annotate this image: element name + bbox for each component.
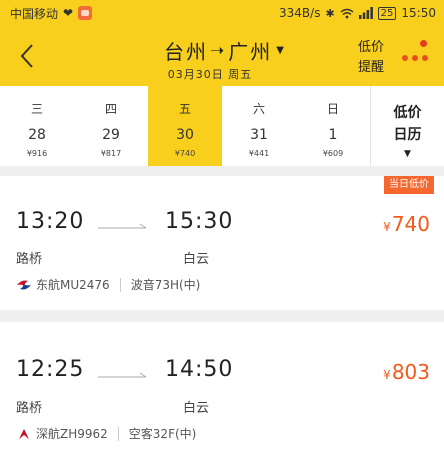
day-price: ¥817	[100, 149, 122, 158]
status-left: 中国移动 ❤	[10, 5, 93, 22]
lowest-price-badge: 当日低价	[384, 176, 434, 194]
day-price: ¥740	[174, 149, 196, 158]
date-option[interactable]: 五 30 ¥740	[148, 86, 222, 166]
battery-level: 25	[380, 7, 394, 19]
carrier-name: 中国移动	[10, 6, 59, 21]
bluetooth-icon: ✱	[325, 6, 335, 20]
arrival-airport: 白云	[183, 252, 210, 267]
more-dot-icon	[422, 55, 428, 61]
day-price: ¥916	[26, 149, 48, 158]
caret-down-icon: ▼	[404, 149, 411, 159]
departure-airport: 路桥	[16, 252, 43, 267]
destination-city: 广州	[228, 40, 273, 64]
divider	[117, 426, 119, 441]
status-bar: 中国移动 ❤ 334B/s ✱ 25 15:50	[0, 0, 444, 26]
battery-icon: 25	[377, 6, 397, 20]
day-price: ¥609	[322, 149, 344, 158]
more-button[interactable]	[402, 48, 428, 68]
airline-logo-icon	[17, 280, 31, 289]
notification-dot	[420, 40, 427, 47]
wifi-icon	[340, 8, 354, 18]
weekday-label: 六	[252, 102, 265, 116]
route-title[interactable]: 台州 ➝ 广州 ▼	[150, 36, 300, 65]
departure-airport: 路桥	[16, 401, 43, 416]
weekday-label: 五	[178, 102, 191, 116]
divider	[119, 277, 121, 292]
more-dot-icon	[412, 55, 418, 61]
route-arrow-icon: ➝	[210, 40, 227, 61]
aircraft-type: 波音73H(中)	[130, 278, 201, 292]
back-button[interactable]	[12, 38, 42, 74]
clock: 15:50	[401, 6, 436, 20]
date-option[interactable]: 日 1 ¥609	[296, 86, 370, 166]
date-option[interactable]: 四 29 ¥817	[74, 86, 148, 166]
date-selector: 三 28 ¥916 四 29 ¥817 五 30 ¥740 六 31 ¥441 …	[0, 86, 444, 166]
date-option[interactable]: 三 28 ¥916	[0, 86, 74, 166]
flight-card[interactable]: 当日低价 13:20 15:30 路桥 白云 东航MU2476 波音73H(中)…	[0, 176, 444, 310]
chevron-left-icon	[20, 44, 33, 68]
day-number: 28	[28, 127, 46, 143]
price-amount: 740	[391, 212, 430, 236]
weekday-label: 日	[326, 102, 339, 116]
header: 台州 ➝ 广州 ▼ 03月30日 周五 低价 提醒	[0, 26, 444, 86]
travel-date: 03月30日 周五	[167, 68, 253, 81]
caret-down-icon: ▼	[276, 45, 286, 56]
low-price-calendar-button[interactable]: 低价 日历 ▼	[370, 86, 444, 166]
low-price-alert-line2: 提醒	[357, 60, 384, 75]
app-notification-icon	[78, 6, 93, 20]
departure-time: 13:20	[16, 209, 85, 234]
airline-info: 深航ZH9962 空客32F(中)	[16, 425, 196, 442]
airline-logo-icon	[19, 428, 29, 439]
weekday-label: 四	[104, 102, 117, 116]
flight-card[interactable]: 12:25 14:50 路桥 白云 深航ZH9962 空客32F(中) ¥803	[0, 322, 444, 474]
day-number: 31	[250, 127, 268, 143]
weekday-label: 三	[30, 102, 43, 116]
network-speed: 334B/s	[279, 6, 321, 20]
arrival-time: 15:30	[165, 209, 234, 234]
date-option[interactable]: 六 31 ¥441	[222, 86, 296, 166]
currency-symbol: ¥	[383, 220, 391, 234]
origin-city: 台州	[164, 40, 209, 64]
flight-number: 深航ZH9962	[36, 427, 108, 441]
departure-time: 12:25	[16, 357, 85, 382]
day-price: ¥441	[248, 149, 270, 158]
calendar-line1: 低价	[393, 105, 422, 121]
flight-arrow-icon	[98, 223, 147, 229]
signal-icon	[358, 7, 373, 19]
day-number: 1	[328, 127, 338, 143]
flight-number: 东航MU2476	[36, 278, 110, 292]
price-amount: 803	[391, 360, 430, 384]
heart-icon: ❤	[63, 6, 74, 20]
calendar-line2: 日历	[393, 127, 422, 143]
day-number: 29	[102, 127, 120, 143]
arrival-time: 14:50	[165, 357, 234, 382]
low-price-alert-button[interactable]: 低价 提醒	[351, 38, 391, 78]
flight-price: ¥740	[383, 212, 430, 236]
arrival-airport: 白云	[183, 401, 210, 416]
low-price-alert-line1: 低价	[357, 40, 384, 55]
aircraft-type: 空客32F(中)	[128, 427, 197, 441]
airline-info: 东航MU2476 波音73H(中)	[16, 276, 200, 293]
day-number: 30	[176, 127, 194, 143]
flight-arrow-icon	[98, 372, 147, 378]
currency-symbol: ¥	[383, 368, 391, 382]
status-right: 334B/s ✱ 25 15:50	[279, 6, 436, 20]
flight-price: ¥803	[383, 360, 430, 384]
more-dot-icon	[402, 55, 408, 61]
